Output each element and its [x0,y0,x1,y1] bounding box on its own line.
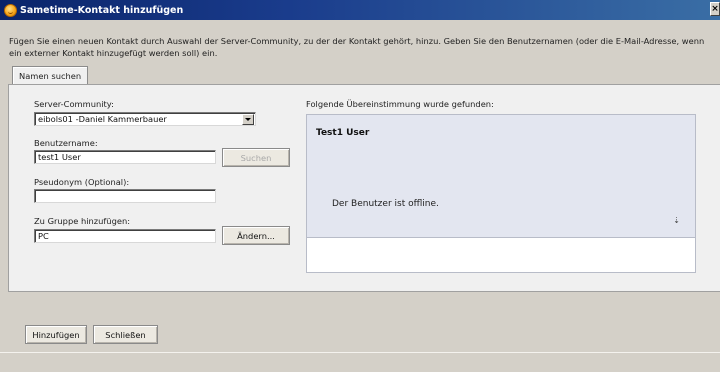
username-label: Benutzername: [34,138,98,148]
match-user-name: Test1 User [316,128,370,138]
pseudonym-label: Pseudonym (Optional): [34,177,130,187]
title-bar: Sametime-Kontakt hinzufügen × [0,0,720,20]
add-contact-button[interactable]: Hinzufügen [25,325,87,344]
change-group-button[interactable]: Ändern... [222,226,290,245]
match-result-card[interactable]: Test1 User Der Benutzer ist offline. ⇣ [306,114,696,238]
community-select-value: eibols01 -Daniel Kammerbauer [38,113,167,124]
username-input[interactable] [34,150,216,164]
match-detail-area [306,238,696,273]
status-bar [0,352,720,372]
tab-namen-suchen[interactable]: Namen suchen [12,66,89,85]
search-button[interactable]: Suchen [222,148,290,167]
community-select[interactable]: eibols01 -Daniel Kammerbauer [34,112,256,126]
group-label: Zu Gruppe hinzufügen: [34,216,130,226]
close-dialog-button[interactable]: Schließen [93,325,158,344]
chevron-down-icon[interactable] [242,113,254,125]
match-user-status: Der Benutzer ist offline. [332,199,439,209]
scroll-down-icon[interactable]: ⇣ [673,216,680,225]
intro-instructions: Fügen Sie einen neuen Kontakt durch Ausw… [9,36,705,58]
group-input[interactable] [34,229,216,243]
window-title: Sametime-Kontakt hinzufügen [20,4,184,16]
close-window-button[interactable]: × [710,2,720,16]
community-label: Server-Community: [34,99,114,109]
pseudonym-input[interactable] [34,189,216,203]
sametime-app-icon [4,3,17,17]
results-heading: Folgende Übereinstimmung wurde gefunden: [306,99,494,109]
